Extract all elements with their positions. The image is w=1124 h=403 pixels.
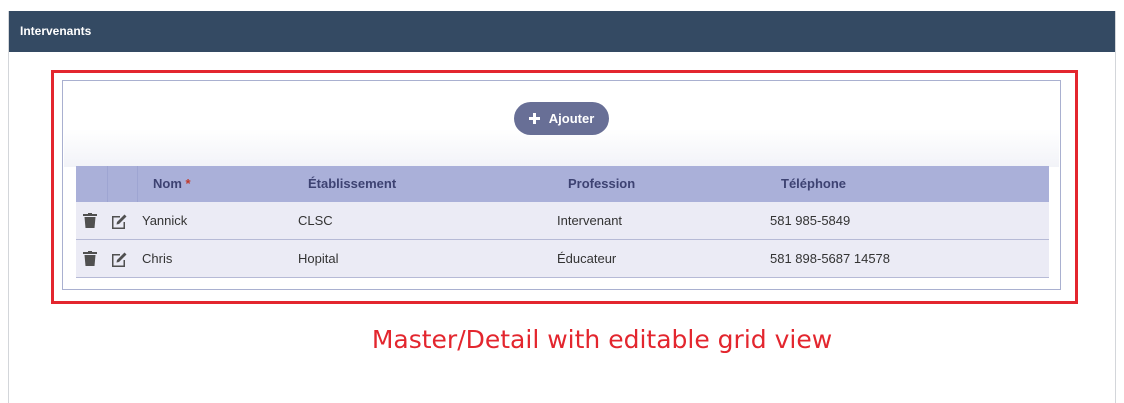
grid-header: Nom * Établissement Profession Téléphone: [76, 166, 1049, 202]
cell-telephone[interactable]: 581 985-5849: [770, 202, 850, 239]
trash-icon[interactable]: [83, 213, 97, 228]
cell-telephone[interactable]: 581 898-5687 14578: [770, 240, 890, 277]
edit-icon[interactable]: [111, 213, 128, 229]
column-header-telephone[interactable]: Téléphone: [781, 166, 846, 202]
column-header-nom[interactable]: Nom *: [153, 166, 191, 202]
column-header-profession[interactable]: Profession: [568, 166, 635, 202]
cell-etablissement[interactable]: Hopital: [298, 240, 338, 277]
plus-icon: [528, 113, 540, 124]
panel-title: Intervenants: [9, 11, 1115, 52]
annotation-caption: Master/Detail with editable grid view: [371, 325, 833, 354]
trash-icon[interactable]: [83, 251, 97, 266]
cell-nom[interactable]: Yannick: [142, 202, 187, 239]
table-row: Chris Hopital Éducateur 581 898-5687 145…: [76, 240, 1049, 278]
add-button-label: Ajouter: [548, 111, 595, 126]
column-header-etablissement[interactable]: Établissement: [308, 166, 396, 202]
add-button[interactable]: Ajouter: [514, 102, 609, 135]
column-separator: [137, 166, 138, 202]
editable-grid: Nom * Établissement Profession Téléphone…: [76, 166, 1049, 278]
cell-profession[interactable]: Intervenant: [557, 202, 622, 239]
required-marker: *: [185, 176, 191, 191]
cell-nom[interactable]: Chris: [142, 240, 172, 277]
column-header-nom-label: Nom: [153, 176, 182, 191]
cell-profession[interactable]: Éducateur: [557, 240, 616, 277]
column-separator: [107, 166, 108, 202]
edit-icon[interactable]: [111, 251, 128, 267]
cell-etablissement[interactable]: CLSC: [298, 202, 333, 239]
table-row: Yannick CLSC Intervenant 581 985-5849: [76, 202, 1049, 240]
